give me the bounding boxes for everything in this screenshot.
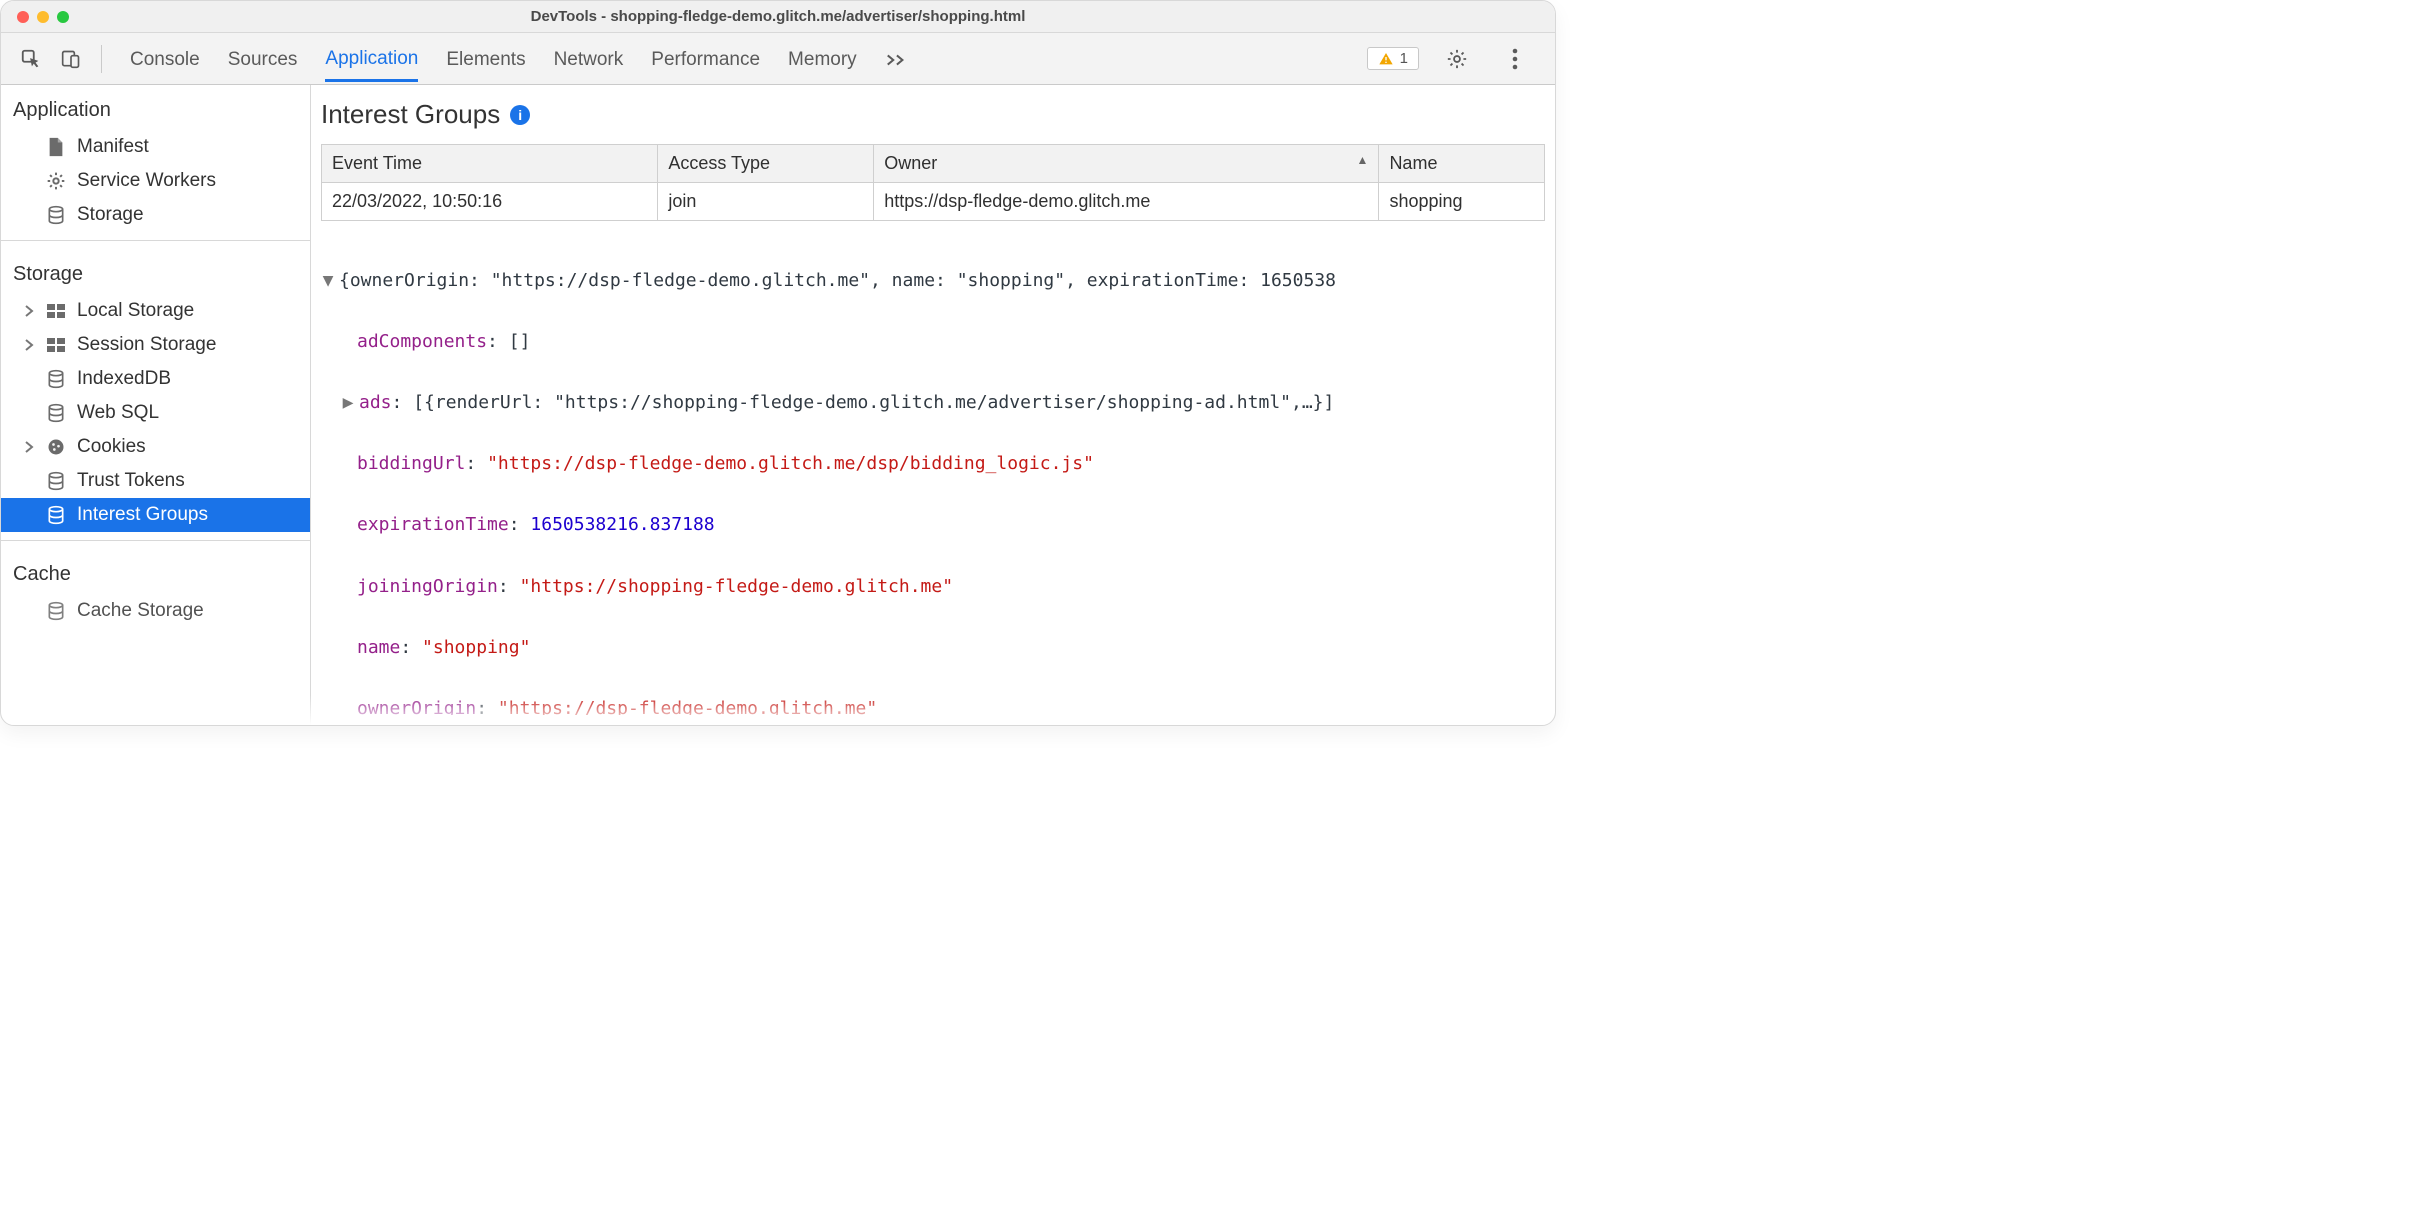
panel-tabs: Console Sources Application Elements Net… [112,35,1367,82]
col-name[interactable]: Name [1379,145,1545,183]
sidebar-item-manifest[interactable]: Manifest [1,130,310,164]
sidebar-item-interest-groups[interactable]: Interest Groups [1,498,310,532]
grid-icon [45,334,67,356]
db-icon [45,470,67,492]
sidebar-item-label: IndexedDB [77,368,171,390]
sidebar-item-label: Local Storage [77,300,194,322]
table-header-row: Event Time Access Type Owner▲ Name [322,145,1545,183]
sort-asc-icon: ▲ [1357,153,1369,167]
issues-badge[interactable]: 1 [1367,47,1419,70]
panel-title: Interest Groups [321,99,500,130]
toolbar-divider [101,45,102,73]
chevron-double-right-icon [885,53,907,67]
tab-elements[interactable]: Elements [446,36,525,82]
interest-groups-panel: Interest Groups i Event Time Access Type… [311,85,1555,725]
chevron-right-icon [23,441,35,453]
devtools-window: DevTools - shopping-fledge-demo.glitch.m… [0,0,1556,726]
chevron-right-icon [23,305,35,317]
kebab-icon [1512,48,1518,70]
col-access-type[interactable]: Access Type [658,145,874,183]
sidebar-item-label: Session Storage [77,334,216,356]
devtools-toolbar: Console Sources Application Elements Net… [1,33,1555,85]
expand-toggle[interactable]: ▶ [341,388,355,419]
panel-title-row: Interest Groups i [321,99,1545,144]
info-icon[interactable]: i [510,105,530,125]
sidebar-section-cache: Cache [1,549,310,594]
tab-performance[interactable]: Performance [651,36,760,82]
sidebar-item-local-storage[interactable]: Local Storage [1,294,310,328]
toolbar-right: 1 [1367,39,1545,79]
close-window-button[interactable] [17,11,29,23]
settings-button[interactable] [1437,39,1477,79]
grid-icon [45,300,67,322]
tab-application[interactable]: Application [325,35,418,82]
sidebar-item-label: Storage [77,204,144,226]
sidebar-item-session-storage[interactable]: Session Storage [1,328,310,362]
warning-triangle-icon [1378,51,1394,67]
inspect-icon [20,48,42,70]
db-icon [45,368,67,390]
devices-icon [61,48,81,70]
sidebar-item-label: Service Workers [77,170,216,192]
cell-access-type: join [658,183,874,221]
sidebar-item-storage[interactable]: Storage [1,198,310,232]
cell-owner: https://dsp-fledge-demo.glitch.me [874,183,1379,221]
sidebar-item-indexeddb[interactable]: IndexedDB [1,362,310,396]
table-row[interactable]: 22/03/2022, 10:50:16 join https://dsp-fl… [322,183,1545,221]
application-sidebar: Application Manifest Service Workers Sto… [1,85,311,725]
sidebar-section-application: Application [1,85,310,130]
panel-body: Application Manifest Service Workers Sto… [1,85,1555,725]
cookie-icon [45,436,67,458]
col-event-time[interactable]: Event Time [322,145,658,183]
sidebar-item-label: Cache Storage [77,600,204,622]
gear-icon [1446,48,1468,70]
expand-toggle[interactable]: ▼ [321,266,335,297]
titlebar: DevTools - shopping-fledge-demo.glitch.m… [1,1,1555,33]
sidebar-item-label: Manifest [77,136,149,158]
details-json-viewer[interactable]: ▼{ownerOrigin: "https://dsp-fledge-demo.… [321,221,1545,715]
sidebar-item-label: Trust Tokens [77,470,185,492]
db-icon [45,600,67,622]
interest-groups-table: Event Time Access Type Owner▲ Name 22/03… [321,144,1545,221]
sidebar-item-service-workers[interactable]: Service Workers [1,164,310,198]
sidebar-item-cache-storage[interactable]: Cache Storage [1,594,310,628]
minimize-window-button[interactable] [37,11,49,23]
more-tabs-button[interactable] [885,40,907,78]
sidebar-item-trust-tokens[interactable]: Trust Tokens [1,464,310,498]
col-owner[interactable]: Owner▲ [874,145,1379,183]
window-title: DevTools - shopping-fledge-demo.glitch.m… [1,8,1555,25]
sidebar-item-cookies[interactable]: Cookies [1,430,310,464]
chevron-right-icon [23,339,35,351]
sidebar-item-label: Cookies [77,436,146,458]
db-icon [45,402,67,424]
sidebar-item-label: Interest Groups [77,504,208,526]
tab-memory[interactable]: Memory [788,36,857,82]
traffic-lights [17,11,69,23]
more-options-button[interactable] [1495,39,1535,79]
file-icon [45,136,67,158]
tab-console[interactable]: Console [130,36,200,82]
db-icon [45,504,67,526]
inspect-element-button[interactable] [11,39,51,79]
cell-name: shopping [1379,183,1545,221]
sidebar-item-label: Web SQL [77,402,159,424]
issues-count: 1 [1400,50,1408,67]
zoom-window-button[interactable] [57,11,69,23]
device-toolbar-button[interactable] [51,39,91,79]
cell-event-time: 22/03/2022, 10:50:16 [322,183,658,221]
sidebar-item-websql[interactable]: Web SQL [1,396,310,430]
tab-sources[interactable]: Sources [228,36,298,82]
db-icon [45,204,67,226]
tab-network[interactable]: Network [554,36,624,82]
gear-icon [45,170,67,192]
sidebar-section-storage: Storage [1,249,310,294]
